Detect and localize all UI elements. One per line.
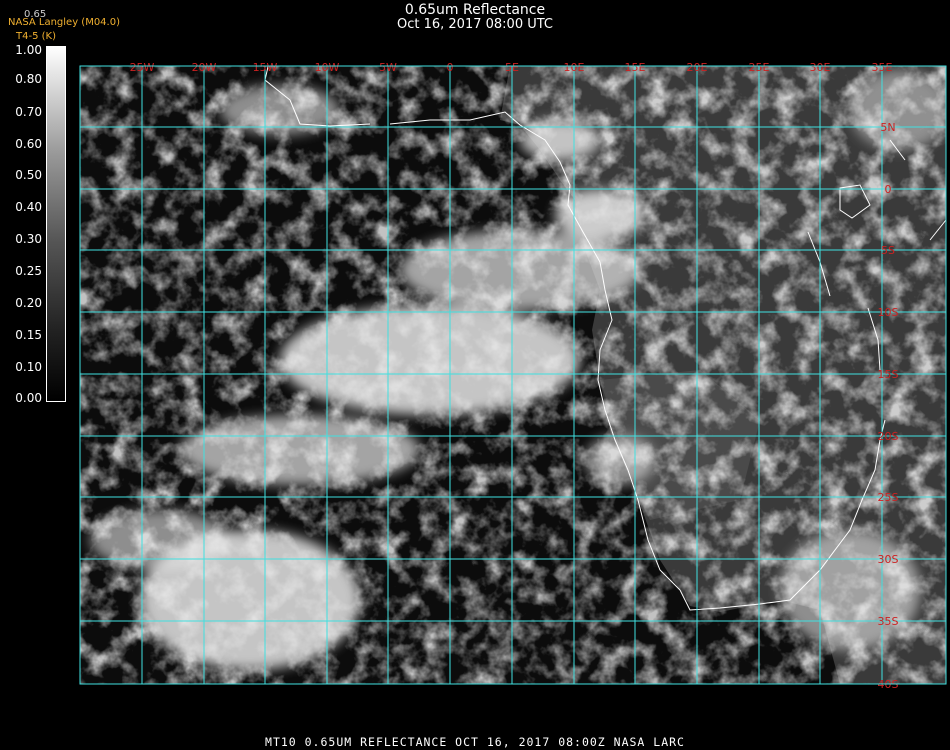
lat-label: 30S bbox=[878, 553, 899, 566]
lon-label: 20E bbox=[687, 61, 708, 74]
lat-label: 20S bbox=[878, 430, 899, 443]
lon-label: 0 bbox=[447, 61, 454, 74]
lon-label: 35E bbox=[872, 61, 893, 74]
lat-label: 15S bbox=[878, 368, 899, 381]
lat-label: 5S bbox=[881, 244, 895, 257]
colorbar-tick-label: 0.80 bbox=[15, 72, 42, 86]
colorbar-tick-label: 0.10 bbox=[15, 360, 42, 374]
reflectance-colorbar bbox=[46, 46, 66, 402]
footer-caption: MT10 0.65UM REFLECTANCE OCT 16, 2017 08:… bbox=[265, 735, 685, 749]
lon-label: 10W bbox=[315, 61, 340, 74]
map-title: 0.65um Reflectance bbox=[404, 2, 546, 18]
colorbar-tick-label: 1.00 bbox=[15, 43, 42, 57]
credit-label-2: T4-5 (K) bbox=[16, 31, 56, 42]
lat-label: 5N bbox=[880, 121, 895, 134]
colorbar-tick-label: 0.15 bbox=[15, 328, 42, 342]
lat-label: 10S bbox=[878, 306, 899, 319]
satellite-map: 25W 20W 15W 10W 5W 0 5E 10E 15E 20E 25E 30E 35E 5N 0 5S… bbox=[79, 61, 947, 691]
colorbar-tick-label: 0.70 bbox=[15, 105, 42, 119]
lon-label: 30E bbox=[810, 61, 831, 74]
colorbar-tick-label: 0.60 bbox=[15, 137, 42, 151]
map-subtitle: Oct 16, 2017 08:00 UTC bbox=[397, 17, 553, 32]
lon-label: 10E bbox=[564, 61, 585, 74]
colorbar-tick-label: 0.20 bbox=[15, 296, 42, 310]
lat-label: 35S bbox=[878, 615, 899, 628]
lon-label: 5E bbox=[505, 61, 519, 74]
lon-label: 15W bbox=[253, 61, 278, 74]
colorbar-tick-label: 0.50 bbox=[15, 168, 42, 182]
colorbar-tick-label: 0.40 bbox=[15, 200, 42, 214]
colorbar-tick-label: 0.25 bbox=[15, 264, 42, 278]
lon-label: 20W bbox=[192, 61, 217, 74]
lon-label: 5W bbox=[379, 61, 397, 74]
lon-label: 15E bbox=[625, 61, 646, 74]
lon-label: 25E bbox=[749, 61, 770, 74]
lat-label: 25S bbox=[878, 491, 899, 504]
credit-label: NASA Langley (M04.0) bbox=[8, 17, 120, 28]
colorbar-tick-label: 0.00 bbox=[15, 391, 42, 405]
lon-label: 25W bbox=[130, 61, 155, 74]
colorbar-tick-label: 0.30 bbox=[15, 232, 42, 246]
lat-label: 0 bbox=[885, 183, 892, 196]
